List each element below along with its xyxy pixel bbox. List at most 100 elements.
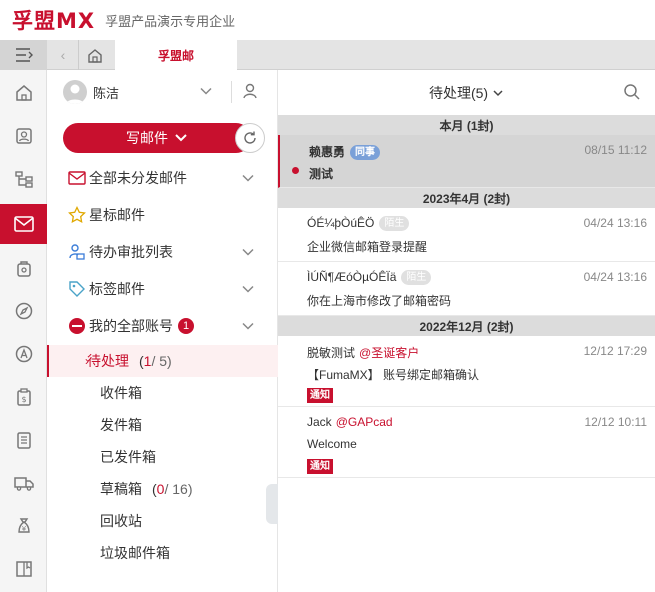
rail-finance[interactable]: $ [0, 377, 47, 417]
rail-products[interactable] [0, 248, 47, 288]
search-icon[interactable] [623, 83, 641, 101]
rail-documents[interactable] [0, 420, 47, 460]
folder-sent[interactable]: 已发件箱 [47, 441, 278, 473]
list-filter-dropdown[interactable]: 待处理(5) [429, 83, 504, 103]
message-row[interactable]: ÓÉ¼þÒúÊÖ 陌生 04/24 13:16 企业微信邮箱登录提醒 [278, 208, 655, 262]
tag-icon [68, 280, 86, 298]
message-sender: ÓÉ¼þÒúÊÖ 陌生 [307, 216, 410, 231]
nav-starred-mail[interactable]: 星标邮件 [47, 197, 278, 233]
mail-navigation: 陈洁 写邮件 全部未分发邮件 星标邮件 待办审批列表 标签邮件 我的全部账号 1… [47, 70, 278, 592]
menu-collapse-icon [15, 48, 33, 62]
org-tree-icon [14, 171, 33, 188]
folder-inbox[interactable]: 收件箱 [47, 377, 278, 409]
chevron-left-icon: ‹ [60, 47, 66, 63]
chevron-down-icon[interactable] [199, 84, 213, 98]
chevron-right-icon: › [85, 354, 89, 368]
message-subject: Welcome [307, 437, 357, 451]
notice-badge: 通知 [307, 388, 333, 403]
account-selector[interactable]: 陈洁 [47, 70, 278, 114]
folder-label: 已发件箱 [100, 449, 156, 465]
book-icon [15, 561, 32, 577]
message-subject: 测试 [309, 167, 334, 181]
folder-count: (1/ 5) [139, 353, 172, 369]
compose-button[interactable]: 写邮件 [63, 123, 251, 153]
divider [231, 81, 232, 103]
unsorted-mail-icon [68, 169, 86, 187]
stranger-tag: 陌生 [379, 216, 410, 231]
account-icon [68, 317, 86, 335]
message-date: 08/15 11:12 [584, 143, 647, 157]
message-date: 12/12 17:29 [583, 344, 647, 358]
a-circle-icon [15, 345, 32, 363]
home-icon [87, 48, 102, 63]
refresh-button[interactable] [235, 123, 265, 153]
rail-organization[interactable] [0, 159, 47, 199]
rail-contacts[interactable] [0, 116, 47, 156]
folder-pending[interactable]: › 待处理 (1/ 5) [47, 345, 278, 377]
message-subject: 【FumaMX】 账号绑定邮箱确认 [307, 368, 480, 382]
nav-unsorted-mail[interactable]: 全部未分发邮件 [47, 160, 278, 196]
rail-knowledge[interactable] [0, 549, 47, 589]
home-icon [15, 85, 32, 101]
approval-icon [68, 243, 86, 261]
message-sender: 赖惠勇 同事 [309, 143, 381, 160]
folder-label: 收件箱 [100, 385, 142, 401]
tab-home-button[interactable] [78, 40, 110, 70]
sender-company: @GAPcad [335, 415, 393, 429]
company-name: 孚盟产品演示专用企业 [105, 13, 236, 29]
folder-spam[interactable]: 垃圾邮件箱 [47, 537, 278, 569]
compose-label: 写邮件 [126, 130, 168, 146]
folder-total: 16 [168, 481, 188, 497]
message-row[interactable]: ÌÚÑ¶ÆóÒµÓÊÏä 陌生 04/24 13:16 你在上海市修改了邮箱密码 [278, 262, 655, 316]
panel-collapse-handle[interactable] [266, 484, 278, 524]
compass-icon [15, 302, 32, 320]
message-row[interactable]: 赖惠勇 同事 08/15 11:12 测试 [278, 135, 655, 188]
chevron-down-icon[interactable] [241, 282, 255, 296]
rail-home[interactable] [0, 73, 47, 113]
chevron-down-icon[interactable] [241, 171, 255, 185]
folder-label: 发件箱 [100, 417, 142, 433]
list-header: 待处理(5) [278, 70, 655, 115]
module-rail: $ ¥ [0, 70, 47, 592]
tab-mail[interactable]: 孚盟邮 [115, 40, 237, 71]
svg-text:¥: ¥ [21, 525, 26, 533]
message-date: 12/12 10:11 [584, 415, 647, 429]
sender-company: @圣诞客户 [359, 346, 420, 360]
user-profile-icon[interactable] [241, 82, 259, 100]
menu-toggle-button[interactable] [0, 40, 47, 70]
folder-label: 草稿箱 [100, 481, 142, 497]
mail-icon [13, 216, 34, 232]
chevron-down-icon[interactable] [241, 319, 255, 333]
rail-a-module[interactable] [0, 334, 47, 374]
brand-logo[interactable]: 孚盟MX [12, 5, 95, 35]
nav-label: 星标邮件 [89, 207, 145, 223]
folder-trash[interactable]: 回收站 [47, 505, 278, 537]
clipboard-dollar-icon: $ [16, 388, 31, 406]
rail-payments[interactable]: ¥ [0, 506, 47, 546]
folder-label: 待处理 [87, 353, 129, 369]
refresh-icon [244, 131, 256, 144]
rail-discover[interactable] [0, 291, 47, 331]
chevron-down-icon [175, 134, 187, 142]
colleague-tag: 同事 [350, 145, 381, 160]
message-list: 待处理(5) 本月 (1封) 赖惠勇 同事 08/15 11:12 测试 2023… [278, 70, 655, 592]
section-header: 本月 (1封) [278, 115, 655, 135]
contact-icon [15, 128, 32, 144]
folder-drafts[interactable]: 草稿箱 (0/ 16) [47, 473, 278, 505]
tab-scroll-left-button[interactable]: ‹ [50, 40, 76, 70]
message-row[interactable]: Jack @GAPcad 12/12 10:11 Welcome 通知 [278, 407, 655, 478]
rail-logistics[interactable] [0, 463, 47, 503]
nav-tagged-mail[interactable]: 标签邮件 [47, 271, 278, 307]
svg-text:$: $ [21, 395, 26, 404]
nav-approval-list[interactable]: 待办审批列表 [47, 234, 278, 270]
nav-all-accounts[interactable]: 我的全部账号 1 [47, 308, 278, 344]
money-bag-icon: ¥ [17, 518, 30, 533]
chevron-down-icon[interactable] [241, 245, 255, 259]
message-row[interactable]: 脱敏测试 @圣诞客户 12/12 17:29 【FumaMX】 账号绑定邮箱确认 … [278, 336, 655, 407]
folder-outbox[interactable]: 发件箱 [47, 409, 278, 441]
tab-bar: ‹ 孚盟邮 [0, 40, 655, 71]
message-sender: 脱敏测试 @圣诞客户 [307, 346, 420, 360]
stranger-tag: 陌生 [401, 270, 432, 285]
rail-mail[interactable] [0, 204, 47, 244]
user-name: 陈洁 [93, 85, 120, 101]
